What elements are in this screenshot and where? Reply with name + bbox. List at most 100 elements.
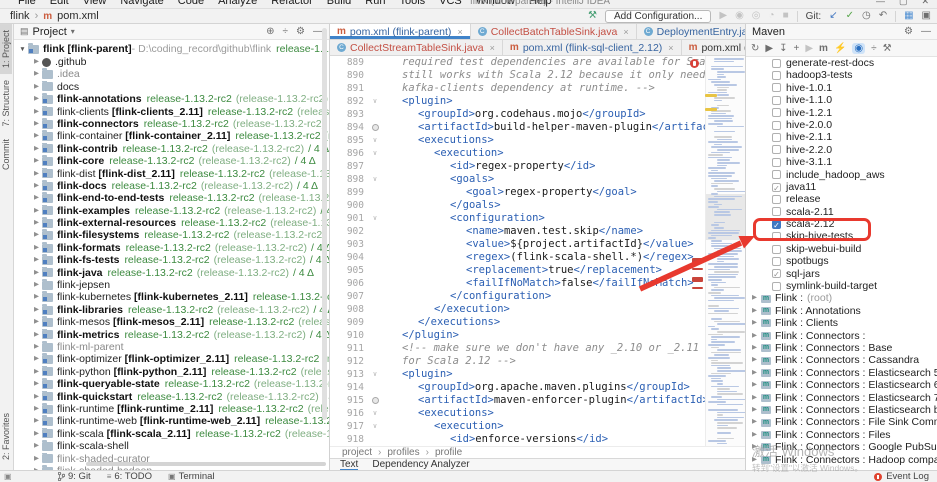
project-tree-item-flink-end-to-end-tests[interactable]: ▶flink-end-to-end-testsrelease-1.13.2-rc… (14, 192, 329, 204)
project-tree-item-flink-examples[interactable]: ▶flink-examplesrelease-1.13.2-rc2(releas… (14, 205, 329, 217)
expand-arrow-icon[interactable]: ▶ (750, 354, 759, 366)
generate-sources-icon[interactable]: ▶ (765, 43, 773, 54)
menu-item-run[interactable]: Run (365, 0, 385, 8)
close-icon[interactable]: × (457, 27, 462, 37)
execute-goal-icon[interactable]: ▶ (805, 43, 813, 54)
expand-arrow-icon[interactable]: ▶ (32, 130, 41, 142)
maven-profile-skip-webui-build[interactable]: skip-webui-build (746, 243, 937, 255)
hide-panel-icon[interactable]: — (921, 26, 931, 37)
maven-profile-hive-1.0.1[interactable]: hive-1.0.1 (746, 82, 937, 94)
expand-arrow-icon[interactable]: ▶ (750, 317, 759, 329)
project-tree-item-flink-scala-shell[interactable]: ▶flink-scala-shell (14, 440, 329, 452)
maven-profile-hive-1.1.0[interactable]: hive-1.1.0 (746, 94, 937, 106)
code-line-911[interactable]: 911<!-- make sure we don't have any _2.1… (330, 342, 745, 355)
expand-arrow-icon[interactable]: ▶ (32, 229, 41, 241)
status-terminal-tab[interactable]: ▣ Terminal (168, 471, 214, 482)
menu-item-tools[interactable]: Tools (399, 0, 425, 8)
maven-settings-icon[interactable]: ⚒ (883, 43, 892, 54)
project-tree-item-idea[interactable]: ▶.idea (14, 68, 329, 80)
profile-checkbox-hive-2.2.0[interactable] (772, 145, 781, 154)
expand-arrow-icon[interactable]: ▶ (32, 192, 41, 204)
project-tree-item-flink-connectors[interactable]: ▶flink-connectorsrelease-1.13.2-rc2(rele… (14, 118, 329, 130)
code-line-898[interactable]: 898∨<goals> (330, 173, 745, 186)
expand-arrow-icon[interactable]: ▶ (32, 353, 41, 365)
code-editor[interactable]: 889required test dependencies are availa… (330, 56, 745, 446)
code-line-906[interactable]: 906<failIfNoMatch>false</failIfNoMatch> (330, 277, 745, 290)
breadcrumb-node[interactable]: project (342, 447, 372, 458)
maven-module-flink-annotations[interactable]: ▶mFlink : Annotations (746, 305, 937, 317)
maven-profile-symlink-build-target[interactable]: symlink-build-target (746, 280, 937, 292)
tool-windows-toggle-icon[interactable]: ▣ (4, 472, 12, 481)
code-line-913[interactable]: 913∨<plugin> (330, 368, 745, 381)
editor-tab-pom-xml-flink-sql-client-2-12-[interactable]: mpom.xml (flink-sql-client_2.12)× (503, 40, 682, 55)
reimport-maven-icon[interactable]: ↻ (751, 43, 759, 54)
maven-profile-hive-2.1.1[interactable]: hive-2.1.1 (746, 131, 937, 143)
code-line-893[interactable]: 893<groupId>org.codehaus.mojo</groupId> (330, 108, 745, 121)
error-stripe[interactable] (692, 268, 703, 270)
profiler-icon[interactable]: ◔ (769, 11, 775, 21)
code-minimap[interactable] (705, 56, 745, 446)
expand-arrow-icon[interactable]: ▶ (750, 404, 759, 416)
expand-arrow-icon[interactable]: ▶ (750, 292, 759, 304)
maven-module-flink-connectors-elasticsearch-7[interactable]: ▶mFlink : Connectors : Elasticsearch 7 (746, 392, 937, 404)
maven-module-flink-connectors-elasticsearch-5[interactable]: ▶mFlink : Connectors : Elasticsearch 5 (746, 367, 937, 379)
expand-arrow-icon[interactable]: ▶ (32, 254, 41, 266)
code-line-889[interactable]: 889required test dependencies are availa… (330, 56, 745, 69)
code-line-894[interactable]: 894<artifactId>build-helper-maven-plugin… (330, 121, 745, 134)
fold-marker[interactable]: ∨ (368, 368, 382, 381)
run-icon[interactable]: ▶ (719, 11, 727, 21)
project-tree-item-flink-container[interactable]: ▶flink-container [flink-container_2.11]r… (14, 130, 329, 142)
maven-profile-hive-1.2.1[interactable]: hive-1.2.1 (746, 107, 937, 119)
error-stripe[interactable] (692, 287, 703, 289)
profile-checkbox-hive-3.1.1[interactable] (772, 158, 781, 167)
expand-arrow-icon[interactable]: ▶ (32, 391, 41, 403)
maven-profile-hive-2.2.0[interactable]: hive-2.2.0 (746, 144, 937, 156)
warning-stripe[interactable] (705, 108, 717, 111)
project-tree-item-flink-runtime[interactable]: ▶flink-runtime [flink-runtime_2.11]relea… (14, 403, 329, 415)
expand-arrow-icon[interactable]: ▶ (750, 379, 759, 391)
expand-arrow-icon[interactable]: ▶ (750, 454, 759, 466)
expand-arrow-icon[interactable]: ▶ (32, 93, 41, 105)
expand-all-icon[interactable]: ÷ (871, 43, 877, 54)
download-sources-icon[interactable]: ↧ (779, 43, 787, 54)
code-line-917[interactable]: 917∨<execution> (330, 420, 745, 433)
project-tree-item-docs[interactable]: ▶docs (14, 81, 329, 93)
project-tree-item-flink-kubernetes[interactable]: ▶flink-kubernetes [flink-kubernetes_2.11… (14, 291, 329, 303)
gutter-annotation-icon[interactable] (368, 121, 382, 134)
project-tree-item-flink-core[interactable]: ▶flink-corerelease-1.13.2-rc2(release-1.… (14, 155, 329, 167)
gear-icon[interactable]: ⚙ (904, 26, 913, 37)
expand-arrow-icon[interactable]: ▶ (32, 106, 41, 118)
code-line-910[interactable]: 910</plugin> (330, 329, 745, 342)
chevron-down-icon[interactable]: ▾ (71, 27, 75, 36)
expand-arrow-icon[interactable]: ▶ (32, 279, 41, 291)
profile-checkbox-hive-2.0.0[interactable] (772, 121, 781, 130)
expand-arrow-icon[interactable]: ▶ (750, 342, 759, 354)
code-line-890[interactable]: 890still works with Scala 2.12 because i… (330, 69, 745, 82)
code-line-891[interactable]: 891kafka-clients dependency at runtime. … (330, 82, 745, 95)
status-todo-tab[interactable]: ≡ 6: TODO (107, 471, 152, 482)
fold-marker[interactable]: ∨ (368, 134, 382, 147)
project-tree-item-flink-libraries[interactable]: ▶flink-librariesrelease-1.13.2-rc2(relea… (14, 304, 329, 316)
menu-item-refactor[interactable]: Refactor (271, 0, 313, 8)
gutter-annotation-icon[interactable] (368, 394, 382, 407)
profile-checkbox-scala-2.11[interactable] (772, 207, 781, 216)
skip-tests-icon[interactable]: ⚡ (834, 43, 846, 54)
expand-arrow-icon[interactable]: ▶ (32, 291, 41, 303)
project-tree-item-flink-clients[interactable]: ▶flink-clients [flink-clients_2.11]relea… (14, 106, 329, 118)
code-line-905[interactable]: 905<replacement>true</replacement> (330, 264, 745, 277)
window-close-icon[interactable]: ✕ (921, 0, 929, 7)
code-line-914[interactable]: 914<groupId>org.apache.maven.plugins</gr… (330, 381, 745, 394)
project-structure-icon[interactable]: ▦ (904, 11, 913, 21)
expand-arrow-icon[interactable]: ▶ (32, 428, 41, 440)
maven-profile-scala-2.11[interactable]: scala-2.11 (746, 206, 937, 218)
expand-arrow-icon[interactable]: ▶ (750, 330, 759, 342)
project-tree-item-flink-ml-parent[interactable]: ▶flink-ml-parent (14, 341, 329, 353)
project-tree-item-github[interactable]: ▶.github (14, 56, 329, 68)
rollback-icon[interactable]: ↶ (879, 11, 887, 21)
code-line-915[interactable]: 915<artifactId>maven-enforcer-plugin</ar… (330, 394, 745, 407)
project-tree-item-flink-docs[interactable]: ▶flink-docsrelease-1.13.2-rc2(release-1.… (14, 180, 329, 192)
build-hammer-icon[interactable]: ⚒ (588, 11, 597, 21)
project-tree-item-flink-jepsen[interactable]: ▶flink-jepsen (14, 279, 329, 291)
breadcrumb-node[interactable]: profiles (387, 447, 419, 458)
project-tree-item-flink-quickstart[interactable]: ▶flink-quickstartrelease-1.13.2-rc2(rele… (14, 391, 329, 403)
